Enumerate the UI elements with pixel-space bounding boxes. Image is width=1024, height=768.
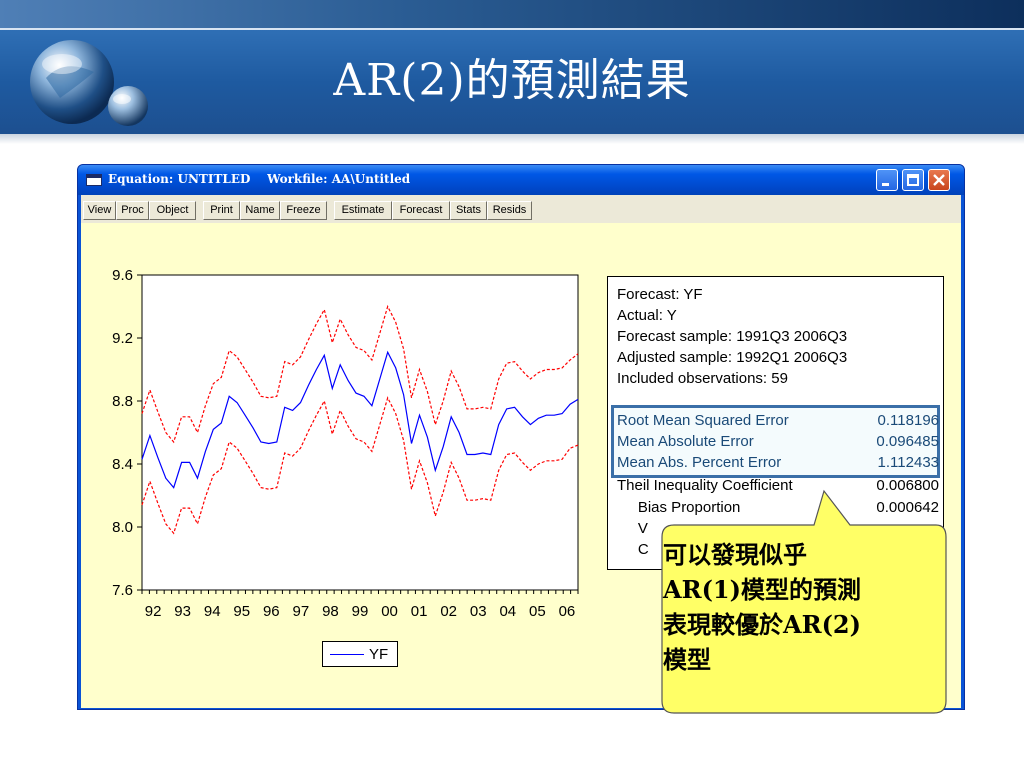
stats-header-line: Adjusted sample: 1992Q1 2006Q3 (617, 349, 848, 366)
x-tick-label: 94 (204, 603, 221, 620)
stats-row-label: Mean Abs. Percent Error (617, 454, 782, 471)
toolbar: View Proc Object Print Name Freeze Estim… (81, 195, 961, 224)
freeze-button[interactable]: Freeze (280, 201, 327, 220)
minimize-button[interactable] (876, 169, 898, 191)
plot-area (141, 274, 579, 591)
x-tick-label: 95 (233, 603, 250, 620)
stats-row: Root Mean Squared Error 0.118196 (617, 412, 939, 432)
stats-row-value: 0.118196 (877, 412, 939, 429)
name-button[interactable]: Name (240, 201, 280, 220)
top-band (0, 0, 1024, 28)
x-tick-label: 02 (440, 603, 457, 620)
x-tick-label: 05 (529, 603, 546, 620)
y-tick-label: 9.2 (112, 330, 133, 347)
object-button[interactable]: Object (149, 201, 196, 220)
stats-header-line: Actual: Y (617, 307, 677, 324)
x-tick-label: 00 (381, 603, 398, 620)
forecast-button[interactable]: Forecast (392, 201, 450, 220)
forecast-chart: 9.6 9.2 8.8 8.4 8.0 7.6 92 93 94 95 96 97 98 99 00 01 02… (112, 267, 579, 620)
x-tick-label: 98 (322, 603, 339, 620)
callout-line: 表現較優於AR(2) (663, 610, 861, 639)
slide-title: AR(2)的預測結果 (333, 55, 691, 106)
chart-legend: YF (322, 641, 398, 667)
stats-header-line: Forecast: YF (617, 286, 703, 303)
callout-text: 可以發現似乎 AR(1)模型的預測 表現較優於AR(2) 模型 (663, 537, 933, 677)
legend-line-swatch (330, 654, 364, 655)
x-tick-label: 03 (470, 603, 487, 620)
callout-line: AR(1)模型的預測 (663, 575, 861, 604)
y-tick-label: 8.8 (112, 393, 133, 410)
callout-line: 模型 (663, 645, 711, 674)
x-tick-label: 93 (174, 603, 191, 620)
legend-label: YF (369, 646, 389, 663)
maximize-button[interactable] (902, 169, 924, 191)
window-title: Equation: UNTITLED Workfile: AA\Untitled (108, 172, 411, 186)
stats-row-value: 0.096485 (876, 433, 939, 450)
estimate-button[interactable]: Estimate (334, 201, 392, 220)
close-button[interactable] (928, 169, 950, 191)
minimize-icon (882, 183, 889, 186)
stats-row-value: 1.112433 (877, 454, 939, 471)
y-tick-label: 7.6 (112, 582, 133, 599)
x-tick-label: 99 (352, 603, 369, 620)
y-tick-label: 9.6 (112, 267, 133, 284)
stats-row-label: Mean Absolute Error (617, 433, 754, 450)
y-tick-label: 8.4 (112, 456, 133, 473)
stats-button[interactable]: Stats (450, 201, 487, 220)
x-tick-label: 96 (263, 603, 280, 620)
callout-line: 可以發現似乎 (663, 540, 807, 569)
x-tick-label: 04 (499, 603, 516, 620)
proc-button[interactable]: Proc (116, 201, 149, 220)
close-icon (933, 174, 945, 186)
x-tick-label: 01 (411, 603, 428, 620)
maximize-icon (907, 174, 919, 186)
view-button[interactable]: View (83, 201, 116, 220)
x-tick-label: 06 (559, 603, 576, 620)
y-tick-label: 8.0 (112, 519, 133, 536)
stats-row: Mean Abs. Percent Error 1.112433 (617, 454, 939, 474)
resids-button[interactable]: Resids (487, 201, 532, 220)
x-tick-label: 97 (293, 603, 310, 620)
stats-header-line: Included observations: 59 (617, 370, 788, 387)
stats-row-label: Root Mean Squared Error (617, 412, 789, 429)
x-tick-label: 92 (145, 603, 162, 620)
window-titlebar[interactable]: Equation: UNTITLED Workfile: AA\Untitled (78, 165, 964, 195)
print-button[interactable]: Print (203, 201, 240, 220)
stats-header-line: Forecast sample: 1991Q3 2006Q3 (617, 328, 848, 345)
stats-row: Mean Absolute Error 0.096485 (617, 433, 939, 453)
window-app-icon (86, 174, 102, 186)
